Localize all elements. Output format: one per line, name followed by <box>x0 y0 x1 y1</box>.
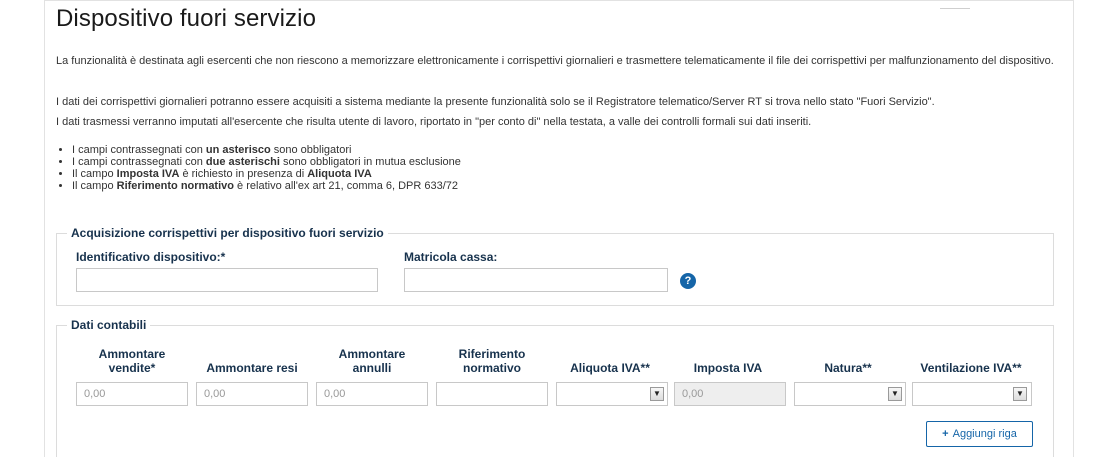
col-natura: Natura** <box>824 361 872 375</box>
ammontare-resi-input[interactable]: 0,00 <box>196 382 308 406</box>
identificativo-label: Identificativo dispositivo:* <box>76 250 226 264</box>
ammontare-annulli-input[interactable]: 0,00 <box>316 382 428 406</box>
acquisizione-legend: Acquisizione corrispettivi per dispositi… <box>71 226 384 240</box>
col-ventilazione-iva: Ventilazione IVA** <box>920 361 1022 375</box>
rule-item: I campi contrassegnati con un asterisco … <box>72 144 461 156</box>
ammontare-vendite-input[interactable]: 0,00 <box>76 382 188 406</box>
acquisizione-fieldset: Acquisizione corrispettivi per dispositi… <box>56 226 1054 306</box>
identificativo-dispositivo-input[interactable] <box>76 268 378 292</box>
rule-item: Il campo Imposta IVA è richiesto in pres… <box>72 168 461 180</box>
matricola-label: Matricola cassa: <box>404 250 498 264</box>
question-circle-icon[interactable]: ? <box>680 273 696 289</box>
col-aliquota-iva: Aliquota IVA** <box>570 361 650 375</box>
intro-paragraph-1: La funzionalità è destinata agli esercen… <box>56 55 1054 67</box>
col-riferimento-normativo: Riferimento normativo <box>458 347 526 375</box>
col-ammontare-annulli: Ammontare annulli <box>338 347 406 375</box>
chevron-down-icon[interactable]: ▼ <box>888 387 902 401</box>
aggiungi-riga-label: Aggiungi riga <box>952 428 1017 440</box>
rules-list: I campi contrassegnati con un asterisco … <box>56 144 461 192</box>
rule-item: Il campo Riferimento normativo è relativ… <box>72 180 461 192</box>
plus-icon: + <box>942 428 949 440</box>
col-ammontare-resi: Ammontare resi <box>206 361 298 375</box>
matricola-cassa-input[interactable] <box>404 268 668 292</box>
divider <box>940 8 970 9</box>
chevron-down-icon[interactable]: ▼ <box>1013 387 1027 401</box>
intro-paragraph-3: I dati trasmessi verranno imputati all'e… <box>56 116 812 128</box>
intro-paragraph-2: I dati dei corrispettivi giornalieri pot… <box>56 96 935 108</box>
col-imposta-iva: Imposta IVA <box>693 361 763 375</box>
riferimento-normativo-input[interactable] <box>436 382 548 406</box>
aggiungi-riga-button[interactable]: + Aggiungi riga <box>926 421 1033 447</box>
col-ammontare-vendite: Ammontare vendite* <box>98 347 166 375</box>
page-title: Dispositivo fuori servizio <box>56 5 317 32</box>
rule-item: I campi contrassegnati con due asterisch… <box>72 156 461 168</box>
chevron-down-icon[interactable]: ▼ <box>650 387 664 401</box>
dati-contabili-legend: Dati contabili <box>71 318 147 332</box>
imposta-iva-input: 0,00 <box>674 382 786 406</box>
